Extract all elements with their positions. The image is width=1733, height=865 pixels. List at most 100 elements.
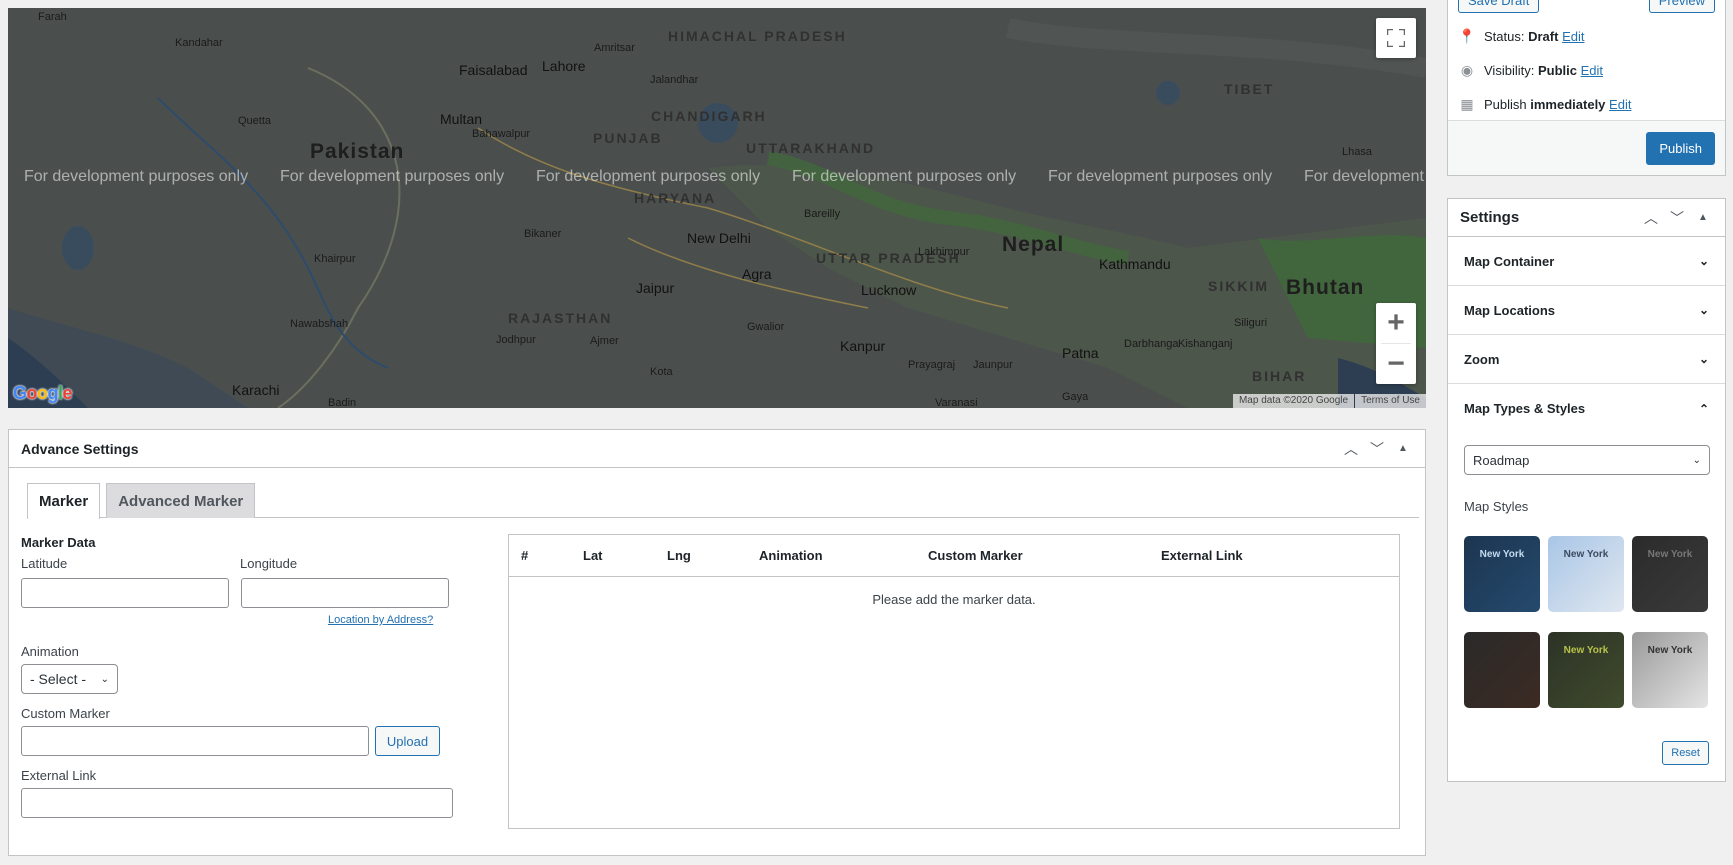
edit-visibility-link[interactable]: Edit	[1581, 63, 1603, 78]
eye-icon: ◉	[1460, 62, 1474, 78]
calendar-icon: ▦	[1460, 96, 1474, 112]
plus-icon: +	[1387, 306, 1405, 339]
move-up-icon[interactable]: ︿	[1641, 208, 1661, 228]
collapse-toggle-icon[interactable]: ▲	[1393, 443, 1413, 454]
visibility-row: ◉ Visibility: Public Edit	[1458, 62, 1603, 79]
map-label-place: Bikaner	[524, 228, 562, 240]
tab-marker[interactable]: Marker	[27, 483, 101, 519]
map-label-state: TIBET	[1224, 81, 1275, 97]
map-label-country: Pakistan	[310, 140, 405, 163]
publish-button[interactable]: Publish	[1646, 132, 1715, 165]
map-label-city: Jaipur	[636, 280, 675, 296]
map-style-thumb[interactable]: New York	[1464, 536, 1540, 612]
map-canvas[interactable]: For development purposes only For develop…	[8, 8, 1426, 408]
marker-tabs: Marker Advanced Marker	[27, 483, 1419, 519]
pin-icon: 📍	[1458, 28, 1476, 44]
upload-button[interactable]: Upload	[375, 726, 440, 756]
marker-table: # Lat Lng Animation Custom Marker Extern…	[508, 534, 1400, 829]
map-label-place: Darbhanga	[1124, 338, 1179, 350]
map-label-state: BIHAR	[1252, 368, 1307, 384]
collapse-toggle-icon[interactable]: ▲	[1693, 212, 1713, 223]
map-label-place: Ajmer	[590, 335, 619, 347]
publish-box: Save Draft Preview 📍 Status: Draft Edit …	[1447, 0, 1726, 176]
map-label-place: Jodhpur	[496, 334, 536, 346]
map-style-thumb[interactable]: New York	[1548, 536, 1624, 612]
map-label-state: HARYANA	[634, 190, 717, 206]
map-style-thumb[interactable]: New York	[1632, 632, 1708, 708]
map-style-thumb[interactable]: New York	[1548, 632, 1624, 708]
map-label-place: Gwalior	[747, 321, 785, 333]
map-label-state: UTTARAKHAND	[746, 140, 876, 156]
fullscreen-button[interactable]	[1376, 18, 1416, 58]
settings-panel: Settings ︿ ﹀ ▲ Map Container ⌄ Map Locati…	[1447, 198, 1726, 782]
map-label-place: Kota	[650, 366, 673, 378]
settings-title: Settings	[1460, 209, 1520, 226]
google-logo: Google	[13, 383, 73, 403]
map-label-state: HIMACHAL PRADESH	[668, 28, 847, 44]
map-label-city: Agra	[742, 266, 772, 282]
section-map-locations[interactable]: Map Locations ⌄	[1448, 286, 1725, 335]
zoom-out-button[interactable]: −	[1376, 344, 1416, 384]
zoom-in-button[interactable]: +	[1376, 303, 1416, 343]
external-link-input[interactable]	[21, 788, 453, 818]
tab-advanced-marker[interactable]: Advanced Marker	[106, 483, 256, 518]
map-label-city: Lucknow	[861, 282, 917, 298]
section-map-container[interactable]: Map Container ⌄	[1448, 237, 1725, 286]
map-label-place: Bareilly	[804, 208, 841, 220]
status-value: Draft	[1528, 29, 1559, 44]
edit-schedule-link[interactable]: Edit	[1609, 97, 1631, 112]
map-type-select[interactable]: Roadmap ⌄	[1464, 445, 1710, 475]
marker-data-heading: Marker Data	[21, 535, 96, 550]
animation-select[interactable]: - Select - ⌄	[21, 664, 118, 694]
reset-button[interactable]: Reset	[1662, 741, 1709, 765]
map-label-state: PUNJAB	[593, 130, 663, 146]
chevron-down-icon: ⌄	[100, 673, 109, 685]
latitude-input[interactable]	[21, 578, 229, 608]
preview-button[interactable]: Preview	[1648, 0, 1715, 13]
map-label-country: Bhutan	[1286, 276, 1365, 299]
map-label-country: Nepal	[1002, 233, 1065, 256]
map-style-thumb[interactable]: New York	[1632, 536, 1708, 612]
schedule-row: ▦ Publish immediately Edit	[1458, 96, 1631, 113]
map-label-city: Multan	[440, 111, 483, 127]
visibility-value: Public	[1537, 63, 1577, 78]
longitude-label: Longitude	[240, 556, 298, 571]
map-label-place: Badin	[328, 397, 357, 408]
move-up-icon[interactable]: ︿	[1341, 439, 1361, 459]
map-label-place: Khairpur	[314, 253, 356, 265]
map-label-place: Bahawalpur	[472, 128, 531, 140]
map-label-place: Prayagraj	[908, 359, 956, 371]
map-label-place: Lakhimpur	[918, 246, 970, 258]
longitude-input[interactable]	[241, 578, 449, 608]
animation-select-value: - Select -	[30, 671, 87, 687]
section-map-types-styles[interactable]: Map Types & Styles ⌃	[1448, 384, 1725, 433]
move-down-icon[interactable]: ﹀	[1367, 439, 1387, 459]
map-label-city: Patna	[1062, 345, 1099, 361]
section-zoom[interactable]: Zoom ⌄	[1448, 335, 1725, 384]
status-row: 📍 Status: Draft Edit	[1458, 28, 1585, 44]
save-draft-button[interactable]: Save Draft	[1458, 0, 1540, 13]
map-style-thumb[interactable]	[1464, 632, 1540, 708]
move-down-icon[interactable]: ﹀	[1667, 208, 1687, 228]
map-styles-label: Map Styles	[1464, 499, 1529, 514]
terms-link[interactable]: Terms of Use	[1355, 394, 1426, 408]
column-header: External Link	[1161, 548, 1243, 563]
edit-status-link[interactable]: Edit	[1562, 29, 1584, 44]
map-label-place: Kishanganj	[1178, 338, 1233, 350]
chevron-down-icon: ⌄	[1698, 303, 1709, 317]
marker-table-header: # Lat Lng Animation Custom Marker Extern…	[509, 535, 1399, 577]
map-label-place: Farah	[38, 11, 67, 23]
location-by-address-link[interactable]: Location by Address?	[328, 614, 433, 626]
map-label-city: New Delhi	[687, 230, 751, 246]
column-header: Custom Marker	[928, 548, 1023, 563]
external-link-label: External Link	[21, 768, 97, 783]
map-style-grid: New York New York New York New York New …	[1464, 536, 1712, 708]
map-type-value: Roadmap	[1473, 452, 1530, 468]
fullscreen-icon	[1387, 29, 1405, 47]
zoom-control: + −	[1376, 303, 1416, 384]
column-header: Lng	[667, 548, 691, 563]
custom-marker-input[interactable]	[21, 726, 369, 756]
empty-table-message: Please add the marker data.	[872, 592, 1036, 607]
map-label-city: Kandahar	[175, 37, 223, 49]
custom-marker-label: Custom Marker	[21, 706, 110, 721]
